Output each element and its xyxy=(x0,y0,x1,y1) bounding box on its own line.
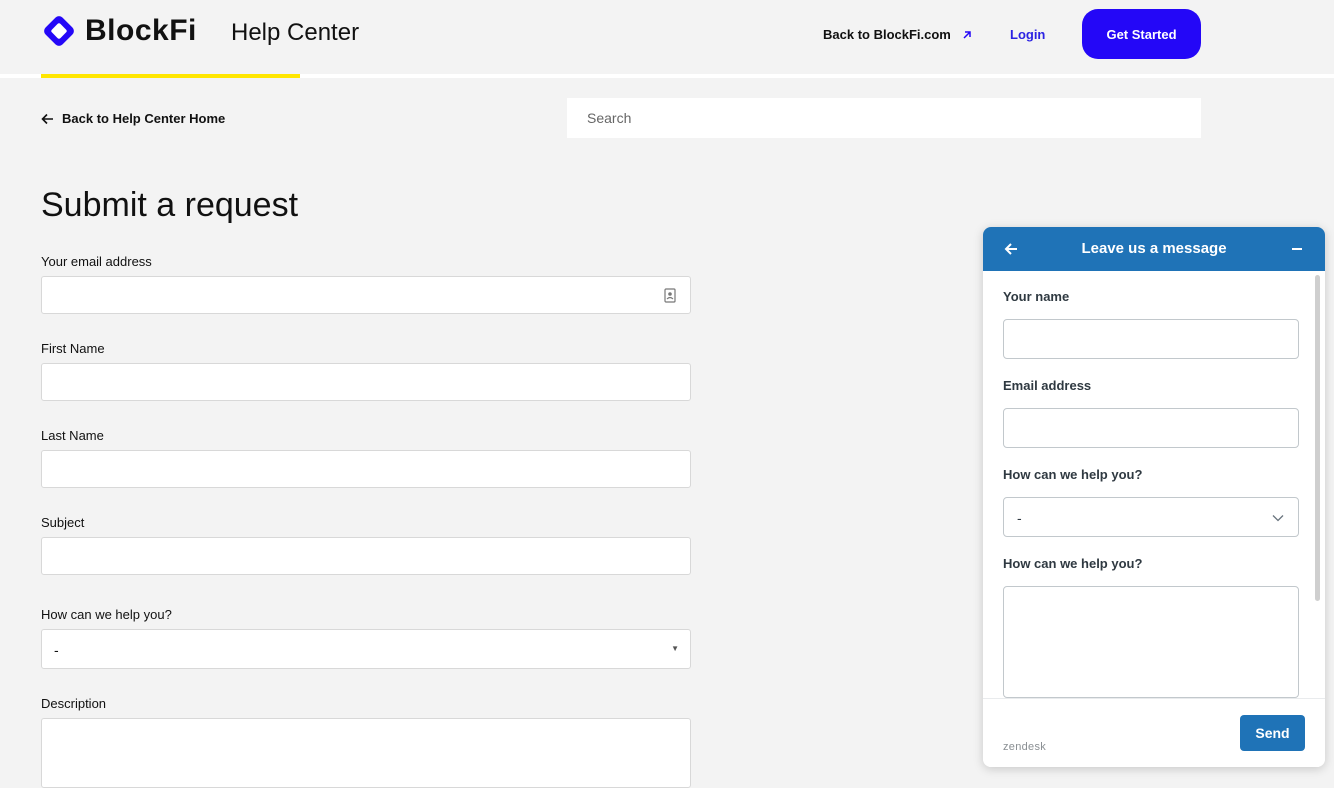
back-to-help-center-label: Back to Help Center Home xyxy=(62,111,226,126)
header-accent-bar xyxy=(41,74,300,78)
page-title: Submit a request xyxy=(41,186,299,224)
first-name-label: First Name xyxy=(41,341,105,356)
widget-title: Leave us a message xyxy=(1081,240,1227,257)
widget-help-value: - xyxy=(1017,510,1022,526)
last-name-label: Last Name xyxy=(41,428,104,443)
first-name-field[interactable] xyxy=(41,363,691,401)
arrow-left-icon xyxy=(41,113,53,124)
search-input[interactable] xyxy=(567,98,1201,138)
description-textarea[interactable] xyxy=(41,718,691,788)
subject-field[interactable] xyxy=(41,537,691,575)
contact-card-icon xyxy=(664,288,676,303)
back-to-blockfi-label: Back to BlockFi.com xyxy=(823,27,951,42)
back-to-help-center-link[interactable]: Back to Help Center Home xyxy=(41,111,225,126)
support-chat-widget: Leave us a message Your name Email addre… xyxy=(983,227,1325,767)
last-name-field[interactable] xyxy=(41,450,691,488)
help-topic-label: How can we help you? xyxy=(41,607,172,622)
widget-message-label: How can we help you? xyxy=(1003,556,1143,571)
widget-help-label: How can we help you? xyxy=(1003,467,1143,482)
widget-name-input[interactable] xyxy=(1003,319,1299,359)
widget-message-textarea[interactable] xyxy=(1003,586,1299,698)
minimize-icon[interactable] xyxy=(1292,248,1302,250)
widget-scrollbar[interactable] xyxy=(1315,275,1320,601)
external-link-icon xyxy=(963,30,971,39)
widget-email-label: Email address xyxy=(1003,378,1092,393)
widget-footer: zendesk Send xyxy=(983,698,1325,767)
widget-help-select[interactable]: - xyxy=(1003,497,1299,537)
caret-down-icon: ▼ xyxy=(671,644,679,653)
login-link[interactable]: Login xyxy=(1010,27,1045,42)
widget-name-label: Your name xyxy=(1003,289,1070,304)
widget-email-input[interactable] xyxy=(1003,408,1299,448)
chevron-down-icon xyxy=(1272,515,1284,522)
email-label: Your email address xyxy=(41,254,152,269)
help-topic-select[interactable]: - ▼ xyxy=(41,629,691,669)
site-header: BlockFi Help Center Back to BlockFi.com … xyxy=(0,0,1334,74)
send-button[interactable]: Send xyxy=(1240,715,1305,751)
help-topic-value: - xyxy=(54,642,59,658)
back-to-blockfi-link[interactable]: Back to BlockFi.com xyxy=(823,27,973,42)
get-started-button[interactable]: Get Started xyxy=(1082,9,1201,59)
description-label: Description xyxy=(41,696,107,711)
email-field[interactable] xyxy=(41,276,691,314)
subject-label: Subject xyxy=(41,515,85,530)
zendesk-logo[interactable]: zendesk xyxy=(1003,741,1046,753)
blockfi-diamond-icon xyxy=(44,16,74,46)
widget-header: Leave us a message xyxy=(983,227,1325,271)
brand-name: BlockFi xyxy=(85,14,197,47)
help-center-title: Help Center xyxy=(231,19,360,46)
blockfi-logo[interactable]: BlockFi xyxy=(41,13,197,49)
